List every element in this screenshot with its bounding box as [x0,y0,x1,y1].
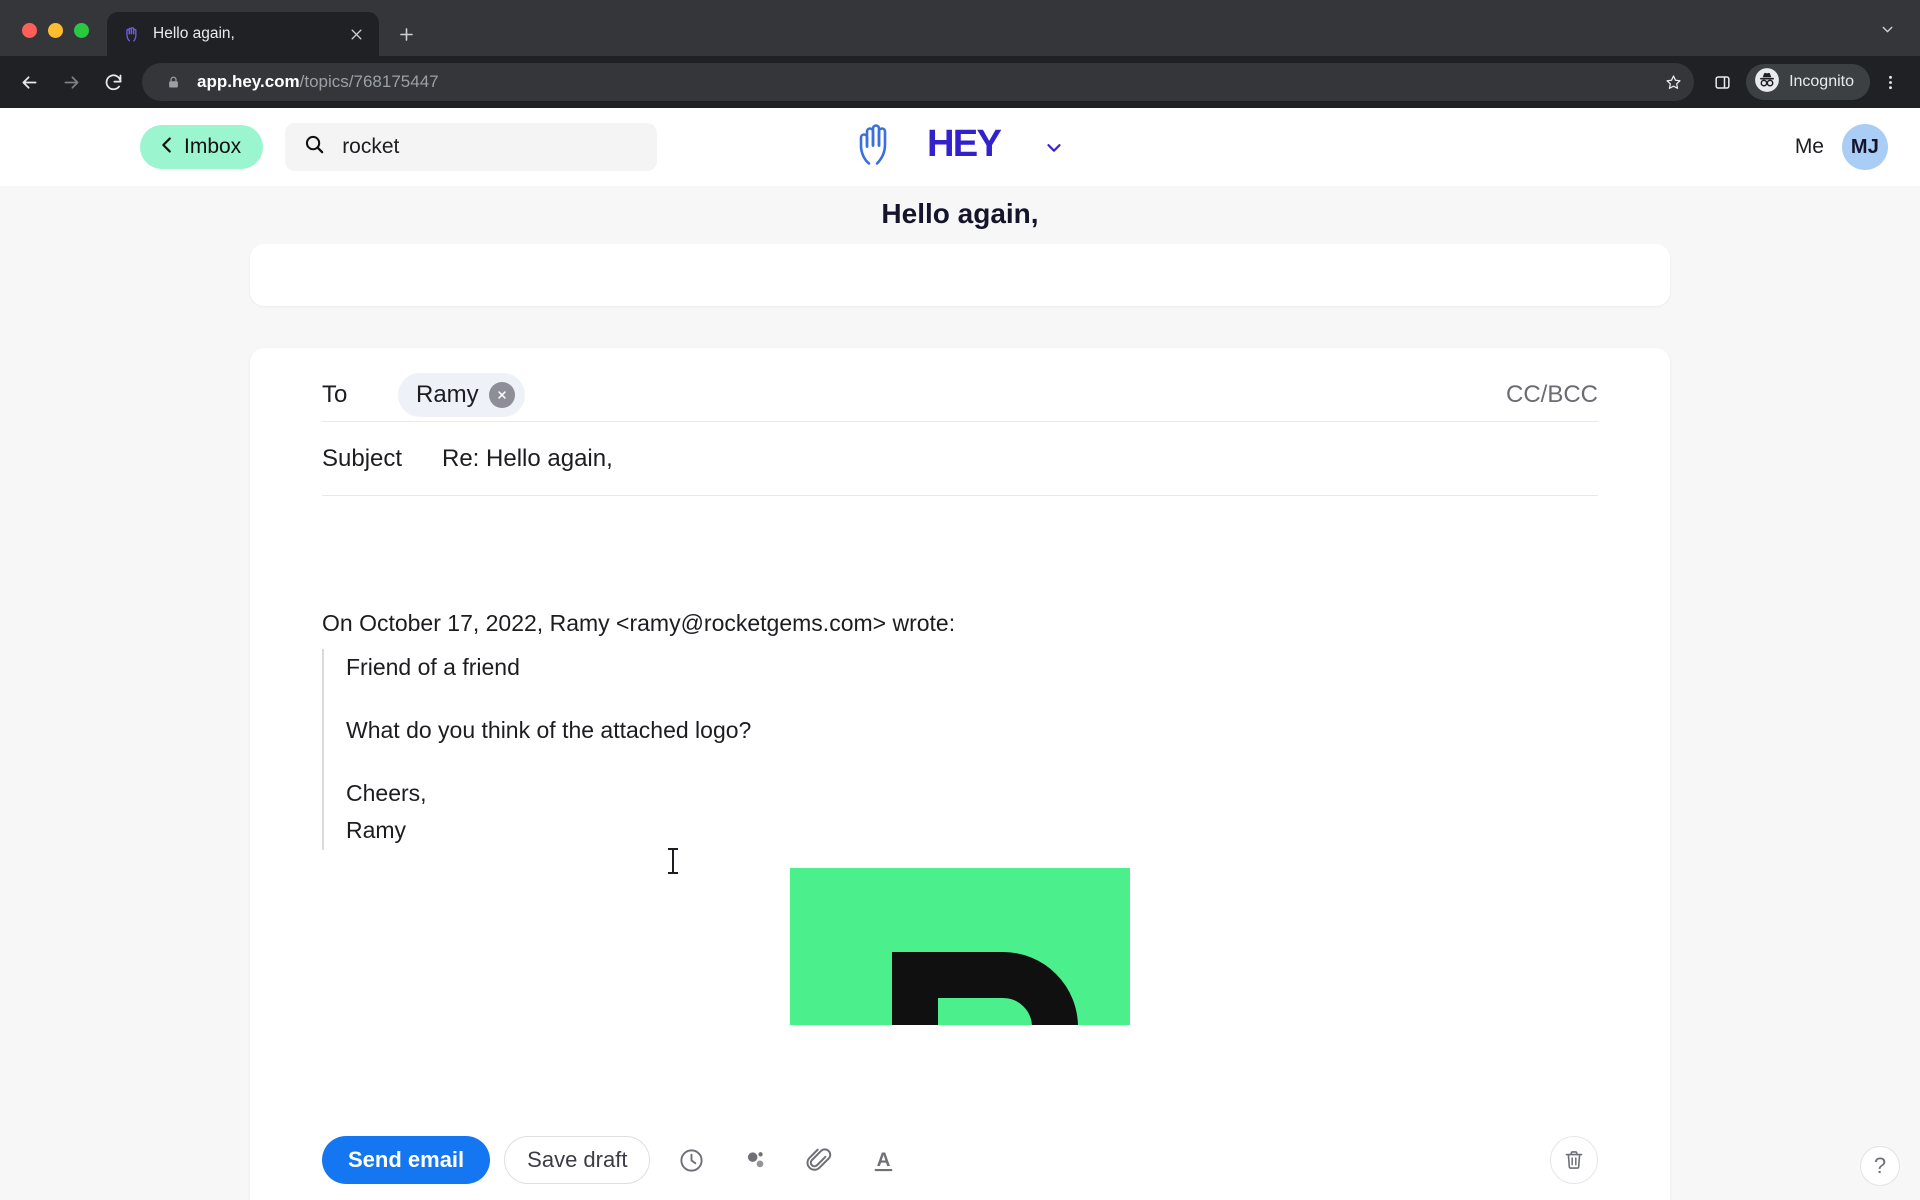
attached-logo-image[interactable] [790,867,1130,1025]
subject-value[interactable]: Re: Hello again, [442,445,613,473]
search-input[interactable]: rocket [285,123,658,171]
account-area: Me MJ [1795,124,1888,170]
search-value: rocket [342,135,400,158]
close-circle-icon[interactable] [488,381,515,408]
avatar[interactable]: MJ [1842,124,1888,170]
svg-text:HEY: HEY [927,124,1001,165]
search-icon [303,133,326,161]
svg-text:A: A [877,1150,891,1171]
hey-hand-favicon [123,25,142,44]
subject-field-row[interactable]: Subject Re: Hello again, [322,422,1598,496]
message-body[interactable]: On October 17, 2022, Ramy <ramy@rocketge… [322,496,1598,1025]
thread-stack: To Ramy CC/BCC Subject Re: Hello again, [0,244,1920,1200]
maximize-window-button[interactable] [74,23,89,38]
imbox-label: Imbox [184,135,242,158]
hey-logo[interactable]: HEY [855,122,1065,172]
tab-title: Hello again, [153,25,235,42]
ccbcc-toggle[interactable]: CC/BCC [1506,381,1598,409]
imbox-back-button[interactable]: Imbox [140,125,264,169]
kebab-menu-icon[interactable] [1872,64,1908,100]
plus-icon[interactable] [389,17,423,51]
hey-hand-icon [855,123,915,172]
quote-header: On October 17, 2022, Ramy <ramy@rocketge… [322,610,956,636]
to-field-row[interactable]: To Ramy CC/BCC [322,348,1598,422]
app-header: Imbox rocket HEY Me MJ [0,108,1920,186]
profile-label: Incognito [1789,73,1854,90]
toolbar-actions: Incognito [1698,64,1908,100]
compose-card: To Ramy CC/BCC Subject Re: Hello again, [250,348,1670,1200]
arrow-right-icon [52,63,90,101]
send-email-button[interactable]: Send email [322,1136,491,1184]
quote-line: Cheers, [346,780,427,806]
browser-window: Hello again, app.hey.com/topics/76817544… [0,0,1920,1200]
text-cursor [668,848,678,874]
me-label[interactable]: Me [1795,135,1824,159]
close-window-button[interactable] [22,23,37,38]
to-label: To [322,380,348,408]
reply-compose-area[interactable] [322,522,1598,606]
tab-strip: Hello again, [0,0,1920,56]
trash-icon[interactable] [1550,1136,1598,1184]
window-controls [14,23,107,56]
quote-line: Friend of a friend [346,653,520,680]
chevron-down-icon[interactable] [1043,136,1065,158]
logo-glyph [892,951,1078,1025]
help-button[interactable]: ? [1860,1146,1900,1186]
url-path: /topics/768175447 [299,72,439,91]
page-title: Hello again, [881,198,1039,229]
text-format-icon[interactable]: A [860,1137,906,1183]
hey-wordmark: HEY [927,122,1031,171]
minimize-window-button[interactable] [48,23,63,38]
incognito-icon [1754,67,1780,98]
lock-icon [160,69,186,95]
chevron-left-icon [156,134,178,161]
browser-tab[interactable]: Hello again, [107,12,379,56]
browser-toolbar: app.hey.com/topics/768175447 Incognito [0,56,1920,108]
arrow-left-icon[interactable] [10,63,48,101]
side-panel-icon[interactable] [1704,64,1740,100]
profile-chip[interactable]: Incognito [1746,64,1870,100]
clock-icon[interactable] [668,1137,714,1183]
close-icon[interactable] [345,23,367,45]
url-text: app.hey.com/topics/768175447 [197,72,1649,92]
save-draft-button[interactable]: Save draft [504,1136,651,1184]
quoted-message: Friend of a friend What do you think of … [322,648,1598,850]
browser-chrome: Hello again, app.hey.com/topics/76817544… [0,0,1920,108]
quote-line: Ramy [346,817,407,844]
star-icon[interactable] [1660,69,1686,95]
paperclip-icon[interactable] [796,1137,842,1183]
reload-icon[interactable] [94,63,132,101]
bubbles-icon[interactable] [732,1137,778,1183]
address-bar[interactable]: app.hey.com/topics/768175447 [142,63,1695,101]
url-host: app.hey.com [197,72,300,91]
quote-line: What do you think of the attached logo? [346,716,752,743]
recipient-name: Ramy [416,380,479,408]
previous-message-card[interactable] [250,244,1670,306]
chevron-down-icon[interactable] [1872,14,1902,44]
recipient-chip[interactable]: Ramy [398,372,525,417]
compose-toolbar: Send email Save draft A [322,1136,1598,1184]
app-viewport: Imbox rocket HEY Me MJ Hello again, To R… [0,108,1920,1200]
subject-label: Subject [322,444,403,472]
